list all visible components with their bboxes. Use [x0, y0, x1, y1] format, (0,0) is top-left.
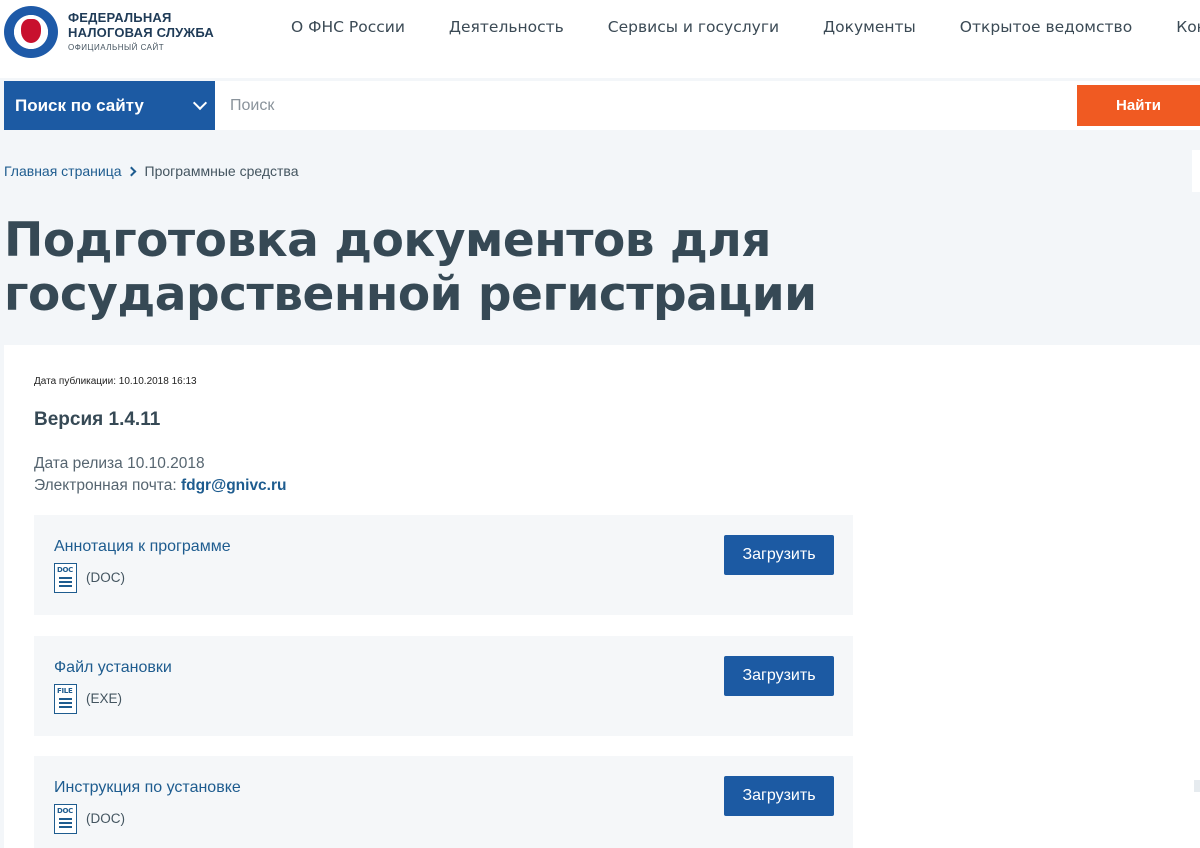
nav-item-services[interactable]: Сервисы и госуслуги [608, 18, 779, 36]
search-button[interactable]: Найти [1077, 85, 1200, 126]
download-button[interactable]: Загрузить [724, 776, 834, 816]
file-icon-tag: DOC [57, 807, 73, 815]
file-icon-tag: DOC [57, 566, 73, 574]
content-card: Дата публикации: 10.10.2018 16:13 Версия… [4, 345, 1200, 848]
breadcrumb-home-link[interactable]: Главная страница [4, 163, 122, 179]
search-input[interactable] [215, 81, 1200, 130]
logo-line1: ФЕДЕРАЛЬНАЯ [68, 9, 172, 25]
logo-line2: НАЛОГОВАЯ СЛУЖБА [68, 24, 215, 40]
site-header: ФЕДЕРАЛЬНАЯ НАЛОГОВАЯ СЛУЖБА ОФИЦИАЛЬНЫЙ… [0, 0, 1200, 78]
chevron-down-icon [192, 95, 208, 111]
file-icon-tag: FILE [57, 687, 73, 695]
file-extension: (DOC) [86, 811, 125, 826]
file-item: Аннотация к программе DOC (DOC) Загрузит… [34, 515, 853, 615]
email-label: Электронная почта: [34, 477, 177, 494]
email-line: Электронная почта: fdgr@gnivc.ru [34, 475, 287, 497]
nav-item-activity[interactable]: Деятельность [449, 18, 564, 36]
main-nav: О ФНС России Деятельность Сервисы и госу… [291, 18, 1200, 36]
download-button[interactable]: Загрузить [724, 535, 834, 575]
file-name-link[interactable]: Аннотация к программе [54, 538, 231, 556]
nav-item-open-agency[interactable]: Открытое ведомство [960, 18, 1132, 36]
file-extension: (DOC) [86, 570, 125, 585]
search-scope-select[interactable]: Поиск по сайту [4, 81, 215, 130]
breadcrumb: Главная страница Программные средства [4, 163, 298, 179]
doc-file-icon: DOC [54, 804, 77, 834]
release-info: Дата релиза 10.10.2018 Электронная почта… [34, 453, 287, 497]
page-title: Подготовка документов для государственно… [4, 213, 817, 322]
file-name-link[interactable]: Инструкция по установке [54, 779, 241, 797]
file-item: Инструкция по установке DOC (DOC) Загруз… [34, 756, 853, 848]
nav-item-contacts[interactable]: Контакты [1176, 18, 1200, 36]
logo-text: ФЕДЕРАЛЬНАЯ НАЛОГОВАЯ СЛУЖБА ОФИЦИАЛЬНЫЙ… [68, 10, 214, 55]
publication-date: Дата публикации: 10.10.2018 16:13 [34, 376, 197, 387]
doc-file-icon: DOC [54, 563, 77, 593]
side-panel-edge [1192, 150, 1200, 192]
email-link[interactable]: fdgr@gnivc.ru [181, 477, 287, 494]
search-scope-label: Поиск по сайту [15, 95, 144, 115]
logo-line3: ОФИЦИАЛЬНЫЙ САЙТ [68, 42, 165, 52]
file-extension: (EXE) [86, 691, 123, 706]
release-date: Дата релиза 10.10.2018 [34, 455, 205, 472]
search-bar: Поиск по сайту Найти [4, 81, 1200, 130]
file-item: Файл установки FILE (EXE) Загрузить [34, 636, 853, 736]
nav-item-documents[interactable]: Документы [823, 18, 916, 36]
file-name-link[interactable]: Файл установки [54, 659, 172, 677]
version-heading: Версия 1.4.11 [34, 409, 161, 430]
chevron-right-icon [126, 166, 136, 176]
fns-emblem-icon [4, 6, 58, 58]
breadcrumb-current: Программные средства [144, 163, 299, 179]
site-logo[interactable]: ФЕДЕРАЛЬНАЯ НАЛОГОВАЯ СЛУЖБА ОФИЦИАЛЬНЫЙ… [4, 6, 224, 58]
download-button[interactable]: Загрузить [724, 656, 834, 696]
nav-item-about[interactable]: О ФНС России [291, 18, 405, 36]
side-panel-edge [1194, 780, 1200, 792]
exe-file-icon: FILE [54, 684, 77, 714]
